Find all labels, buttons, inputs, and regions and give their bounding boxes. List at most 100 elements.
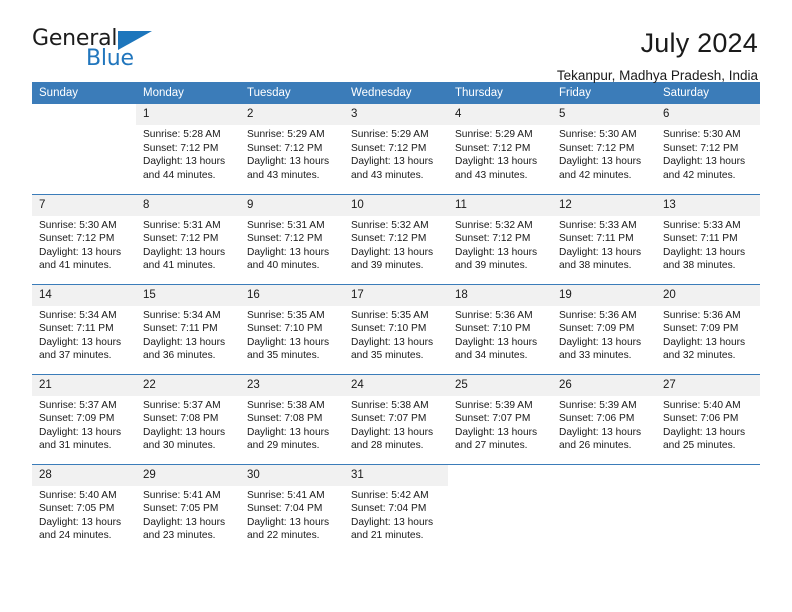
calendar-day-cell[interactable]: 19 Sunrise: 5:36 AM Sunset: 7:09 PM Dayligh… [552,283,656,374]
calendar-day-cell[interactable]: 12 Sunrise: 5:33 AM Sunset: 7:11 PM Dayligh… [552,193,656,284]
weekday-header-friday: Friday [552,82,656,104]
day-number: 19 [552,284,656,306]
sunset-text: Sunset: 7:10 PM [247,323,323,335]
sunrise-text: Sunrise: 5:40 AM [39,489,117,501]
day-cell-inner: 23 Sunrise: 5:38 AM Sunset: 7:08 PM Dayligh… [240,374,344,464]
day-sun-info: Sunrise: 5:40 AM Sunset: 7:05 PM Daylight:… [32,486,136,543]
calendar-day-cell[interactable]: 3 Sunrise: 5:29 AM Sunset: 7:12 PM Daylight… [344,104,448,194]
daylight-text-line1: Daylight: 13 hours [143,156,226,168]
sunset-text: Sunset: 7:09 PM [39,413,115,425]
calendar-day-cell[interactable]: 11 Sunrise: 5:32 AM Sunset: 7:12 PM Dayligh… [448,193,552,284]
day-cell-inner: 1 Sunrise: 5:28 AM Sunset: 7:12 PM Daylight… [136,104,240,194]
calendar-day-cell[interactable]: 7 Sunrise: 5:30 AM Sunset: 7:12 PM Daylight… [32,193,136,284]
daylight-text-line1: Daylight: 13 hours [663,336,746,348]
sunrise-text: Sunrise: 5:38 AM [351,399,429,411]
calendar-week-row: 28 Sunrise: 5:40 AM Sunset: 7:05 PM Dayligh… [32,463,760,555]
calendar-day-cell[interactable]: 27 Sunrise: 5:40 AM Sunset: 7:06 PM Dayligh… [656,373,760,464]
calendar-day-cell[interactable]: 22 Sunrise: 5:37 AM Sunset: 7:08 PM Dayligh… [136,373,240,464]
sunrise-text: Sunrise: 5:33 AM [559,219,637,231]
day-number: 5 [552,104,656,125]
day-cell-inner: 7 Sunrise: 5:30 AM Sunset: 7:12 PM Daylight… [32,194,136,284]
day-number: 15 [136,284,240,306]
calendar-day-cell[interactable]: 21 Sunrise: 5:37 AM Sunset: 7:09 PM Dayligh… [32,373,136,464]
weekday-header-tuesday: Tuesday [240,82,344,104]
sunset-text: Sunset: 7:11 PM [39,323,114,335]
daylight-text-line1: Daylight: 13 hours [559,426,642,438]
calendar-day-cell[interactable]: 26 Sunrise: 5:39 AM Sunset: 7:06 PM Dayligh… [552,373,656,464]
day-number: 6 [656,104,760,125]
daylight-text-line1: Daylight: 13 hours [455,156,538,168]
calendar-day-cell[interactable]: 20 Sunrise: 5:36 AM Sunset: 7:09 PM Dayligh… [656,283,760,374]
calendar-day-cell[interactable]: 24 Sunrise: 5:38 AM Sunset: 7:07 PM Dayligh… [344,373,448,464]
day-sun-info: Sunrise: 5:38 AM Sunset: 7:07 PM Daylight:… [344,396,448,453]
day-sun-info: Sunrise: 5:30 AM Sunset: 7:12 PM Daylight:… [552,125,656,182]
sunrise-text: Sunrise: 5:38 AM [247,399,325,411]
sunrise-text: Sunrise: 5:36 AM [663,309,741,321]
calendar-day-cell[interactable]: 14 Sunrise: 5:34 AM Sunset: 7:11 PM Dayligh… [32,283,136,374]
daylight-text-line2: and 39 minutes. [455,260,528,272]
calendar-day-cell[interactable]: 28 Sunrise: 5:40 AM Sunset: 7:05 PM Dayligh… [32,463,136,554]
daylight-text-line2: and 42 minutes. [559,169,632,181]
day-number [552,464,656,486]
daylight-text-line2: and 22 minutes. [247,530,320,542]
calendar-day-cell[interactable]: 29 Sunrise: 5:41 AM Sunset: 7:05 PM Dayligh… [136,463,240,554]
day-cell-inner: 4 Sunrise: 5:29 AM Sunset: 7:12 PM Daylight… [448,104,552,194]
sunset-text: Sunset: 7:12 PM [559,142,635,154]
day-number [448,464,552,486]
calendar-day-cell[interactable]: 6 Sunrise: 5:30 AM Sunset: 7:12 PM Daylight… [656,104,760,194]
day-sun-info: Sunrise: 5:41 AM Sunset: 7:05 PM Daylight:… [136,486,240,543]
calendar-day-cell[interactable]: 9 Sunrise: 5:31 AM Sunset: 7:12 PM Daylight… [240,193,344,284]
day-sun-info: Sunrise: 5:29 AM Sunset: 7:12 PM Daylight:… [240,125,344,182]
day-number: 24 [344,374,448,396]
calendar-day-cell[interactable]: 10 Sunrise: 5:32 AM Sunset: 7:12 PM Dayligh… [344,193,448,284]
calendar-day-cell[interactable]: 2 Sunrise: 5:29 AM Sunset: 7:12 PM Daylight… [240,104,344,194]
daylight-text-line2: and 35 minutes. [247,350,320,362]
calendar-day-cell[interactable]: 25 Sunrise: 5:39 AM Sunset: 7:07 PM Dayligh… [448,373,552,464]
calendar-day-cell[interactable]: 15 Sunrise: 5:34 AM Sunset: 7:11 PM Dayligh… [136,283,240,374]
daylight-text-line1: Daylight: 13 hours [663,156,746,168]
sunset-text: Sunset: 7:09 PM [663,323,739,335]
day-number: 26 [552,374,656,396]
calendar-day-cell[interactable]: 4 Sunrise: 5:29 AM Sunset: 7:12 PM Daylight… [448,104,552,194]
day-number: 18 [448,284,552,306]
sunrise-text: Sunrise: 5:41 AM [247,489,325,501]
sunset-text: Sunset: 7:12 PM [143,142,219,154]
sunset-text: Sunset: 7:12 PM [39,233,115,245]
day-number: 23 [240,374,344,396]
sunset-text: Sunset: 7:09 PM [559,323,635,335]
day-cell-inner [552,464,656,555]
calendar-day-cell-empty [552,463,656,555]
calendar-day-cell[interactable]: 23 Sunrise: 5:38 AM Sunset: 7:08 PM Dayligh… [240,373,344,464]
calendar-day-cell[interactable]: 16 Sunrise: 5:35 AM Sunset: 7:10 PM Dayligh… [240,283,344,374]
day-number: 10 [344,194,448,216]
calendar-day-cell[interactable]: 17 Sunrise: 5:35 AM Sunset: 7:10 PM Dayligh… [344,283,448,374]
daylight-text-line2: and 28 minutes. [351,440,424,452]
daylight-text-line1: Daylight: 13 hours [39,246,122,258]
calendar-day-cell[interactable]: 30 Sunrise: 5:41 AM Sunset: 7:04 PM Dayligh… [240,463,344,554]
general-blue-logo: General Blue [32,28,164,74]
day-cell-inner: 22 Sunrise: 5:37 AM Sunset: 7:08 PM Dayligh… [136,374,240,464]
day-number: 16 [240,284,344,306]
calendar-day-cell[interactable]: 1 Sunrise: 5:28 AM Sunset: 7:12 PM Daylight… [136,104,240,194]
day-sun-info: Sunrise: 5:32 AM Sunset: 7:12 PM Daylight:… [344,216,448,273]
sunset-text: Sunset: 7:04 PM [351,503,427,515]
daylight-text-line2: and 41 minutes. [143,260,216,272]
sunrise-text: Sunrise: 5:30 AM [559,129,637,140]
sunrise-text: Sunrise: 5:28 AM [143,129,221,140]
day-number: 29 [136,464,240,486]
calendar-day-cell[interactable]: 8 Sunrise: 5:31 AM Sunset: 7:12 PM Daylight… [136,193,240,284]
day-number: 7 [32,194,136,216]
daylight-text-line1: Daylight: 13 hours [663,426,746,438]
day-number [32,104,136,125]
calendar-day-cell[interactable]: 13 Sunrise: 5:33 AM Sunset: 7:11 PM Dayligh… [656,193,760,284]
sunrise-text: Sunrise: 5:34 AM [143,309,221,321]
sunrise-text: Sunrise: 5:40 AM [663,399,741,411]
sunrise-text: Sunrise: 5:39 AM [455,399,533,411]
calendar-day-cell[interactable]: 18 Sunrise: 5:36 AM Sunset: 7:10 PM Dayligh… [448,283,552,374]
calendar-day-cell[interactable]: 5 Sunrise: 5:30 AM Sunset: 7:12 PM Daylight… [552,104,656,194]
sunset-text: Sunset: 7:11 PM [663,233,738,245]
day-cell-inner: 18 Sunrise: 5:36 AM Sunset: 7:10 PM Dayligh… [448,284,552,374]
day-cell-inner: 5 Sunrise: 5:30 AM Sunset: 7:12 PM Daylight… [552,104,656,194]
day-cell-inner: 2 Sunrise: 5:29 AM Sunset: 7:12 PM Daylight… [240,104,344,194]
calendar-day-cell[interactable]: 31 Sunrise: 5:42 AM Sunset: 7:04 PM Dayligh… [344,463,448,554]
